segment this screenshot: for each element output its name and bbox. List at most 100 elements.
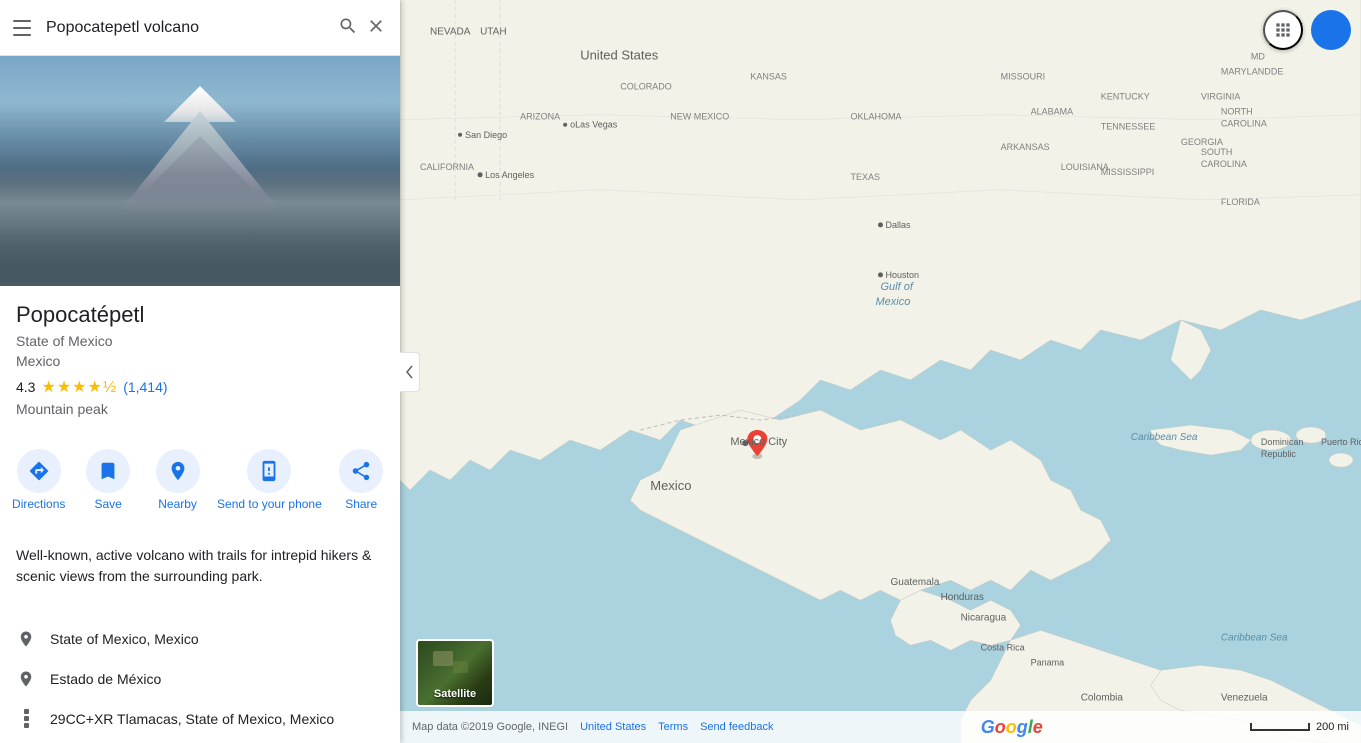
svg-text:NORTH: NORTH <box>1221 107 1253 117</box>
svg-text:TEXAS: TEXAS <box>850 172 880 182</box>
place-subtitle-line2: Mexico <box>16 353 60 369</box>
share-label: Share <box>345 497 377 513</box>
nearby-icon-circle <box>156 449 200 493</box>
directions-button[interactable]: Directions <box>9 449 69 513</box>
search-input-container <box>46 19 334 37</box>
svg-text:VIRGINIA: VIRGINIA <box>1201 92 1241 102</box>
svg-text:Dallas: Dallas <box>886 220 912 230</box>
svg-text:KANSAS: KANSAS <box>750 72 787 82</box>
address-section: State of Mexico, Mexico Estado de México… <box>0 619 400 743</box>
place-type: Mountain peak <box>16 401 384 417</box>
scale-line <box>1250 723 1310 731</box>
svg-text:Los Angeles: Los Angeles <box>485 170 535 180</box>
svg-text:SOUTH: SOUTH <box>1201 147 1233 157</box>
map-container[interactable]: Mexico City United States Mexico Gulf of… <box>400 0 1361 743</box>
address-text-3: 29CC+XR Tlamacas, State of Mexico, Mexic… <box>50 711 334 727</box>
svg-text:Caribbean Sea: Caribbean Sea <box>1131 432 1198 443</box>
clear-button[interactable] <box>362 12 390 43</box>
address-item-1: State of Mexico, Mexico <box>0 619 400 659</box>
united-states-link[interactable]: United States <box>580 721 646 733</box>
menu-icon[interactable] <box>10 16 34 40</box>
share-icon-circle <box>339 449 383 493</box>
directions-icon <box>28 460 50 482</box>
save-icon-circle <box>86 449 130 493</box>
place-subtitle-line1: State of Mexico <box>16 333 113 349</box>
svg-text:DE: DE <box>1271 67 1284 77</box>
svg-text:Nicaragua: Nicaragua <box>961 612 1007 623</box>
add-label-item[interactable]: Add a label <box>0 739 400 743</box>
svg-text:Costa Rica: Costa Rica <box>981 642 1025 652</box>
address-item-3: 29CC+XR Tlamacas, State of Mexico, Mexic… <box>0 699 400 739</box>
feedback-link[interactable]: Send feedback <box>700 721 773 733</box>
address-item-2: Estado de México <box>0 659 400 699</box>
svg-text:TENNESSEE: TENNESSEE <box>1101 122 1156 132</box>
location-pin-icon <box>16 629 36 649</box>
svg-text:Mexico City: Mexico City <box>730 436 787 448</box>
place-photo <box>0 56 400 286</box>
svg-text:NEVADA: NEVADA <box>430 27 471 38</box>
collapse-button[interactable] <box>400 352 420 392</box>
svg-text:Panama: Panama <box>1031 657 1065 667</box>
svg-text:FLORIDA: FLORIDA <box>1221 197 1260 207</box>
review-count[interactable]: (1,414) <box>123 379 167 395</box>
place-name: Popocatépetl <box>16 302 384 328</box>
svg-text:Dominican: Dominican <box>1261 437 1304 447</box>
map-bottom-bar: Map data ©2019 Google, INEGI United Stat… <box>400 711 1361 743</box>
send-phone-icon <box>258 460 280 482</box>
svg-text:Houston: Houston <box>886 270 920 280</box>
collapse-icon <box>405 365 415 379</box>
svg-text:MD: MD <box>1251 52 1265 62</box>
scale-text: 200 mi <box>1316 721 1349 733</box>
share-button[interactable]: Share <box>331 449 391 513</box>
svg-text:Guatemala: Guatemala <box>891 577 940 588</box>
place-photo-bg <box>0 56 400 286</box>
rating-number: 4.3 <box>16 379 35 395</box>
svg-text:Republic: Republic <box>1261 449 1297 459</box>
svg-text:MISSISSIPPI: MISSISSIPPI <box>1101 167 1155 177</box>
svg-text:MISSOURI: MISSOURI <box>1001 72 1046 82</box>
svg-text:Puerto Rico: Puerto Rico <box>1321 437 1361 447</box>
left-panel: Popocatépetl State of Mexico Mexico 4.3 … <box>0 0 400 743</box>
action-buttons: Directions Save Nearby <box>0 441 400 521</box>
save-label: Save <box>94 497 121 513</box>
svg-text:CAROLINA: CAROLINA <box>1201 159 1247 169</box>
google-logo: Google <box>981 717 1043 738</box>
svg-text:OKLAHOMA: OKLAHOMA <box>850 112 901 122</box>
svg-text:oLas Vegas: oLas Vegas <box>570 120 618 130</box>
svg-text:Mexico: Mexico <box>875 296 910 308</box>
nearby-button[interactable]: Nearby <box>148 449 208 513</box>
place-subtitle: State of Mexico Mexico <box>16 332 384 371</box>
terms-link[interactable]: Terms <box>658 721 688 733</box>
clear-icon <box>366 16 386 36</box>
top-right-controls <box>1263 10 1351 50</box>
user-avatar[interactable] <box>1311 10 1351 50</box>
svg-text:San Diego: San Diego <box>465 130 507 140</box>
svg-text:Gulf of: Gulf of <box>881 281 914 293</box>
satellite-thumbnail[interactable]: Satellite <box>416 639 494 707</box>
search-bar <box>0 0 400 56</box>
place-rating-row: 4.3 ★★★★½ (1,414) <box>16 377 384 397</box>
place-info: Popocatépetl State of Mexico Mexico 4.3 … <box>0 286 400 425</box>
svg-text:LOUISIANA: LOUISIANA <box>1061 162 1109 172</box>
svg-text:Venezuela: Venezuela <box>1221 692 1268 703</box>
apps-grid-button[interactable] <box>1263 10 1303 50</box>
svg-text:United States: United States <box>580 48 659 63</box>
location-pin-icon-2 <box>16 669 36 689</box>
send-to-phone-button[interactable]: Send to your phone <box>217 449 322 513</box>
send-to-phone-label: Send to your phone <box>217 497 322 513</box>
svg-text:Honduras: Honduras <box>941 592 984 603</box>
search-button[interactable] <box>334 12 362 43</box>
apps-grid-icon <box>1273 20 1293 40</box>
directions-label: Directions <box>12 497 65 513</box>
map-svg: Mexico City United States Mexico Gulf of… <box>400 0 1361 743</box>
satellite-label: Satellite <box>434 688 476 700</box>
save-button[interactable]: Save <box>78 449 138 513</box>
search-input[interactable] <box>46 19 334 37</box>
save-icon <box>97 460 119 482</box>
svg-text:COLORADO: COLORADO <box>620 82 672 92</box>
svg-text:Caribbean Sea: Caribbean Sea <box>1221 632 1288 643</box>
svg-text:Mexico: Mexico <box>650 478 691 493</box>
svg-text:ALABAMA: ALABAMA <box>1031 107 1074 117</box>
svg-text:KENTUCKY: KENTUCKY <box>1101 92 1150 102</box>
share-icon <box>350 460 372 482</box>
